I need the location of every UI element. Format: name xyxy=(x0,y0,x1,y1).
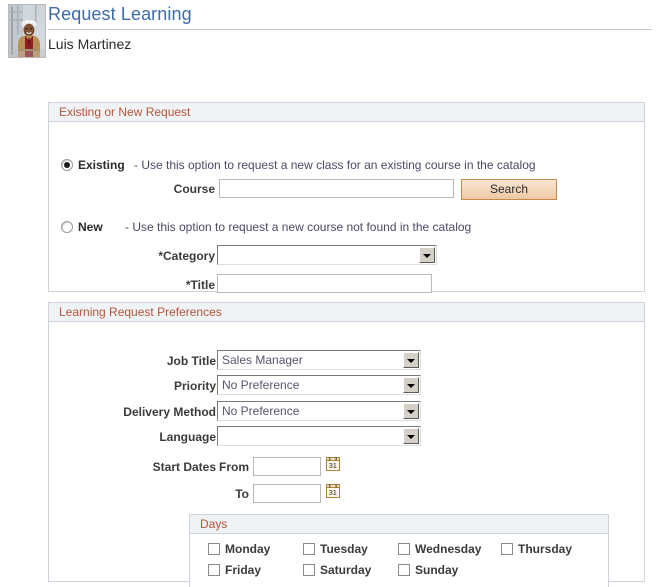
page-title: Request Learning xyxy=(48,4,192,24)
checkbox-monday-label: Monday xyxy=(225,542,271,556)
checkbox-thursday[interactable] xyxy=(501,543,513,555)
checkbox-saturday[interactable] xyxy=(303,564,315,576)
search-button[interactable]: Search xyxy=(461,179,557,200)
svg-text:31: 31 xyxy=(329,488,337,497)
radio-new[interactable] xyxy=(61,221,73,233)
chevron-down-icon[interactable] xyxy=(403,428,419,444)
chevron-down-icon[interactable] xyxy=(403,377,419,393)
calendar-icon[interactable]: 31 xyxy=(326,484,341,499)
checkbox-friday[interactable] xyxy=(208,564,220,576)
checkbox-tuesday[interactable] xyxy=(303,543,315,555)
page-header: Request Learning Luis Martinez xyxy=(0,0,659,62)
panel-legend-days: Days xyxy=(190,515,608,534)
job-title-label: Job Title xyxy=(166,354,216,368)
svg-text:31: 31 xyxy=(329,461,337,470)
checkbox-wednesday[interactable] xyxy=(398,543,410,555)
checkbox-saturday-label: Saturday xyxy=(320,563,372,577)
priority-select[interactable]: No Preference xyxy=(217,375,421,395)
panel-legend-preferences: Learning Request Preferences xyxy=(49,303,644,322)
delivery-method-select[interactable]: No Preference xyxy=(217,401,421,421)
priority-label: Priority xyxy=(173,379,216,393)
checkbox-thursday-label: Thursday xyxy=(518,542,573,556)
radio-existing-label: Existing xyxy=(78,158,125,172)
start-date-to-input[interactable] xyxy=(253,484,321,503)
employee-name: Luis Martinez xyxy=(48,36,132,52)
checkbox-sunday-label: Sunday xyxy=(415,563,459,577)
calendar-icon[interactable]: 31 xyxy=(326,457,341,472)
job-title-select-value: Sales Manager xyxy=(222,353,303,367)
existing-description: - Use this option to request a new class… xyxy=(134,158,536,172)
to-label: To xyxy=(235,487,249,501)
language-select[interactable] xyxy=(217,426,421,446)
learning-request-preferences-body: Job Title Sales Manager Priority No Pref… xyxy=(49,322,644,587)
job-title-select[interactable]: Sales Manager xyxy=(217,350,421,370)
category-label: *Category xyxy=(158,249,215,263)
delivery-method-select-value: No Preference xyxy=(222,404,300,418)
from-label: From xyxy=(219,460,249,474)
avatar-photo xyxy=(9,5,45,57)
days-panel: Days Monday Tuesday Wednesday Thursday F… xyxy=(189,514,609,587)
language-label: Language xyxy=(159,430,216,444)
checkbox-friday-label: Friday xyxy=(225,563,262,577)
chevron-down-icon[interactable] xyxy=(403,352,419,368)
panel-legend-existing-new: Existing or New Request xyxy=(49,103,644,122)
course-label: Course xyxy=(173,182,215,196)
avatar xyxy=(8,4,46,58)
category-select[interactable] xyxy=(217,245,437,265)
checkbox-sunday[interactable] xyxy=(398,564,410,576)
chevron-down-icon[interactable] xyxy=(403,403,419,419)
new-description: - Use this option to request a new cours… xyxy=(125,220,472,234)
radio-existing[interactable] xyxy=(61,159,73,171)
title-block: Request Learning Luis Martinez xyxy=(48,2,652,54)
checkbox-tuesday-label: Tuesday xyxy=(320,542,368,556)
start-date-from-input[interactable] xyxy=(253,457,321,476)
title-label: *Title xyxy=(185,278,215,292)
title-divider xyxy=(48,29,652,30)
title-input[interactable] xyxy=(217,274,432,293)
priority-select-value: No Preference xyxy=(222,378,300,392)
chevron-down-icon[interactable] xyxy=(419,247,435,263)
delivery-method-label: Delivery Method xyxy=(123,405,216,419)
existing-or-new-request-panel: Existing or New Request Existing - Use t… xyxy=(48,102,645,293)
days-body: Monday Tuesday Wednesday Thursday Friday… xyxy=(190,534,608,587)
checkbox-wednesday-label: Wednesday xyxy=(415,542,482,556)
start-dates-label: Start Dates xyxy=(152,460,216,474)
checkbox-monday[interactable] xyxy=(208,543,220,555)
existing-or-new-request-body: Existing - Use this option to request a … xyxy=(49,122,644,293)
course-input[interactable] xyxy=(219,179,454,198)
learning-request-preferences-panel: Learning Request Preferences Job Title S… xyxy=(48,302,645,587)
radio-new-label: New xyxy=(78,220,103,234)
